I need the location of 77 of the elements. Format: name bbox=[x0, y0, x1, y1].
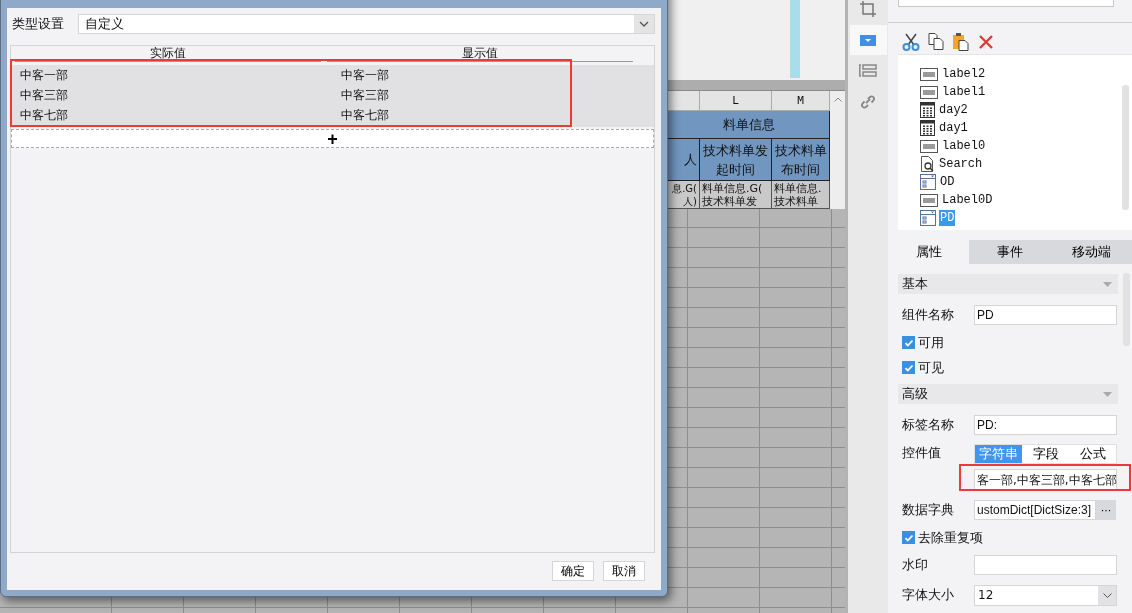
tree-item[interactable]: Search bbox=[938, 156, 984, 172]
scrollbar[interactable] bbox=[830, 91, 845, 209]
table-cell: 中客七部 bbox=[341, 107, 389, 122]
frame-icon bbox=[860, 1, 876, 17]
checkbox-label: 可用 bbox=[918, 333, 944, 352]
text-field[interactable]: PD: bbox=[974, 415, 1117, 435]
tree-item[interactable]: label0 bbox=[941, 138, 987, 154]
group-header: 料单信息 bbox=[668, 111, 830, 139]
tree-item[interactable]: label1 bbox=[941, 84, 987, 100]
checkbox[interactable] bbox=[902, 336, 915, 349]
size-select[interactable]: 12 bbox=[974, 584, 1117, 606]
scrollbar-thumb[interactable] bbox=[1122, 85, 1129, 210]
tree-item[interactable]: OD bbox=[939, 174, 956, 190]
ok-button[interactable]: 确定 bbox=[552, 561, 594, 581]
table-cell: 中客一部 bbox=[20, 67, 68, 82]
checkbox-label: 去除重复项 bbox=[918, 528, 983, 547]
label-icon bbox=[920, 85, 938, 99]
calendar-icon bbox=[920, 102, 935, 118]
table-cell: 中客三部 bbox=[20, 87, 68, 102]
table-cell: 中客七部 bbox=[20, 107, 68, 122]
formula-cell: 息.G( 人) bbox=[668, 181, 700, 209]
tool-button[interactable] bbox=[849, 25, 887, 55]
label-icon bbox=[920, 193, 938, 207]
tree-item[interactable]: label2 bbox=[941, 66, 987, 82]
document-search-icon bbox=[920, 156, 935, 172]
caret-icon bbox=[1103, 391, 1112, 397]
tab[interactable]: 事件 bbox=[969, 240, 1051, 264]
label-icon bbox=[920, 67, 938, 81]
text-field[interactable] bbox=[974, 555, 1117, 575]
column-title: 技术料单 布时间 bbox=[772, 139, 830, 181]
chevron-down-icon bbox=[639, 21, 649, 27]
copy-icon[interactable] bbox=[925, 31, 946, 52]
form-icon bbox=[859, 64, 877, 78]
tree-item[interactable]: day2 bbox=[938, 102, 969, 118]
checkbox[interactable] bbox=[902, 361, 915, 374]
field-label: 字体大小 bbox=[901, 586, 955, 604]
field-label: 标签名称 bbox=[901, 416, 955, 434]
table-cell: 中客三部 bbox=[341, 87, 389, 102]
label-icon bbox=[920, 139, 938, 153]
combo-box-icon bbox=[920, 210, 936, 226]
caret-icon bbox=[1103, 281, 1112, 287]
section-header[interactable]: 高级 bbox=[898, 384, 1118, 404]
column-header: 显示值 bbox=[327, 46, 633, 62]
field-label: 类型设置 bbox=[12, 15, 64, 33]
calendar-icon bbox=[920, 120, 935, 136]
cancel-button[interactable]: 取消 bbox=[603, 561, 645, 581]
section-header[interactable]: 基本 bbox=[898, 274, 1118, 294]
scroll-up-icon[interactable] bbox=[833, 97, 842, 102]
dropdown-icon bbox=[860, 34, 876, 46]
formula-cell: 料单信息. 技术料单 bbox=[772, 181, 830, 209]
add-row-button[interactable]: + bbox=[11, 129, 654, 148]
column-header[interactable]: L bbox=[700, 91, 772, 111]
formula-cell: 料单信息.G( 技术料单发 bbox=[700, 181, 772, 209]
field-label: 水印 bbox=[901, 556, 929, 574]
text-field[interactable]: ustomDict[DictSize:3] bbox=[974, 500, 1096, 520]
combo-box-icon bbox=[920, 174, 936, 190]
paste-icon[interactable] bbox=[950, 31, 971, 52]
type-select[interactable]: 自定义 bbox=[78, 14, 655, 34]
tree-item[interactable]: Label0D bbox=[941, 192, 994, 208]
field-label: 数据字典 bbox=[901, 501, 955, 519]
value-field[interactable]: 客一部,中客三部,中客七部 bbox=[974, 469, 1117, 491]
cut-icon[interactable] bbox=[900, 31, 921, 52]
column-header[interactable] bbox=[668, 91, 700, 111]
field-label: 控件值 bbox=[901, 444, 942, 462]
text-field[interactable]: PD bbox=[974, 305, 1117, 325]
checkbox-label: 可见 bbox=[918, 358, 944, 377]
table-cell: 中客一部 bbox=[341, 67, 389, 82]
tree-item[interactable]: day1 bbox=[938, 120, 969, 136]
link-icon bbox=[860, 94, 876, 110]
column-header[interactable]: M bbox=[772, 91, 830, 111]
checkbox[interactable] bbox=[902, 531, 915, 544]
field-label: 组件名称 bbox=[901, 306, 955, 324]
column-title: 技术料单发 起时间 bbox=[700, 139, 772, 181]
column-title: 人 bbox=[668, 139, 700, 181]
more-button[interactable]: ··· bbox=[1096, 500, 1116, 520]
tab[interactable]: 移动端 bbox=[1050, 240, 1132, 264]
chevron-down-icon bbox=[1102, 592, 1112, 598]
